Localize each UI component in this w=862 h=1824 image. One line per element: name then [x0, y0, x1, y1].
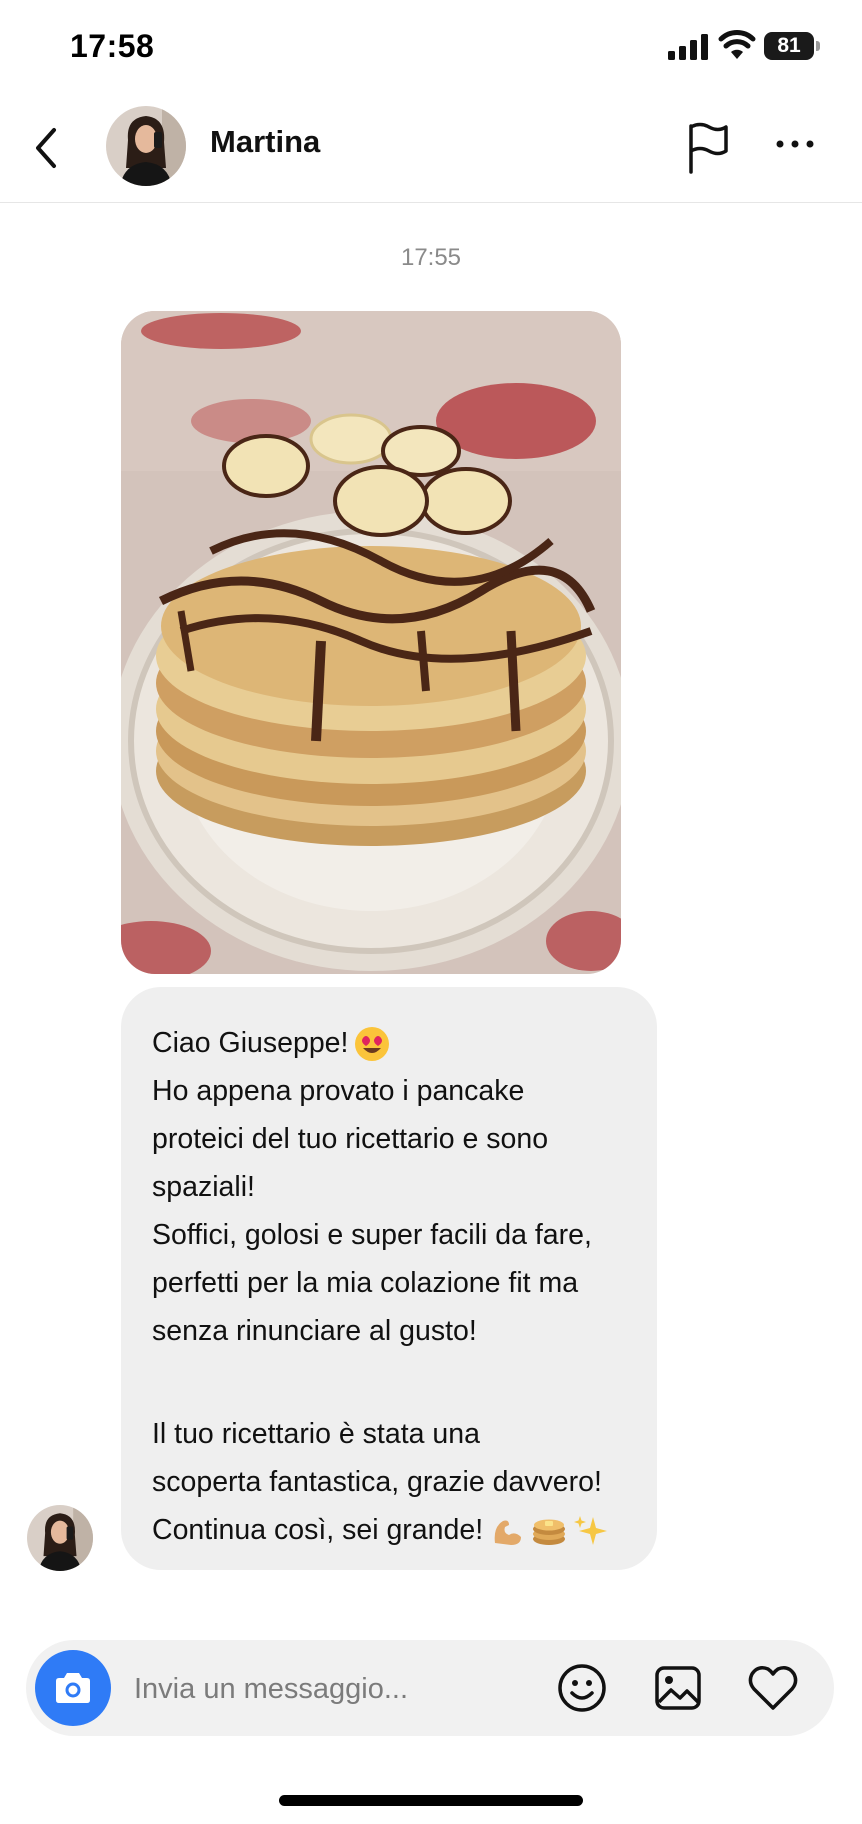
wifi-icon [718, 30, 756, 59]
flexed-biceps-emoji-icon [494, 1520, 522, 1546]
heart-eyes-emoji-icon [355, 1027, 390, 1062]
message-line [152, 1355, 637, 1410]
pancake-photo[interactable] [121, 311, 621, 974]
message-composer [26, 1640, 834, 1736]
message-line: Il tuo ricettario è stata una [152, 1418, 480, 1450]
message-input[interactable] [132, 1660, 536, 1718]
contact-avatar[interactable] [106, 106, 186, 186]
smiley-icon[interactable] [556, 1662, 608, 1714]
pancakes-emoji-icon [533, 1519, 566, 1546]
flag-icon[interactable] [682, 118, 732, 174]
message-line: Continua così, sei grande! [152, 1506, 637, 1554]
message-line: Ciao Giuseppe! [152, 1019, 637, 1067]
message-line: spaziali! [152, 1171, 255, 1203]
home-indicator [279, 1795, 583, 1806]
status-time: 17:58 [70, 28, 155, 64]
sender-avatar[interactable] [27, 1505, 93, 1571]
message-bubble[interactable]: Ciao Giuseppe! Ho appena provato i panca… [121, 987, 657, 1570]
message-line: Soffici, golosi e super facili da fare, [152, 1219, 592, 1251]
message-text: Continua così, sei grande! [152, 1514, 484, 1546]
message-line: senza rinunciare al gusto! [152, 1315, 477, 1347]
status-bar: 17:58 81 [0, 0, 862, 96]
camera-icon [56, 1673, 90, 1703]
heart-icon[interactable] [746, 1662, 800, 1714]
contact-name[interactable]: Martina [210, 124, 320, 160]
battery-tip [816, 41, 820, 51]
message-line: scoperta fantastica, grazie davvero! [152, 1466, 602, 1498]
message-line: perfetti per la mia colazione fit ma [152, 1267, 579, 1299]
cellular-signal-icon [668, 34, 708, 60]
message-line: Ho appena provato i pancake [152, 1075, 525, 1107]
image-icon[interactable] [652, 1662, 704, 1714]
battery-level: 81 [777, 34, 801, 57]
camera-button[interactable] [35, 1650, 111, 1726]
back-icon[interactable] [24, 118, 74, 178]
chat-header: Martina [0, 96, 862, 203]
message-text: Ciao Giuseppe! [152, 1027, 349, 1059]
message-line: proteici del tuo ricettario e sono [152, 1123, 549, 1155]
sparkles-emoji-icon [574, 1516, 608, 1546]
battery-indicator: 81 [764, 32, 820, 60]
message-timestamp: 17:55 [400, 244, 462, 271]
more-icon[interactable] [770, 124, 820, 164]
